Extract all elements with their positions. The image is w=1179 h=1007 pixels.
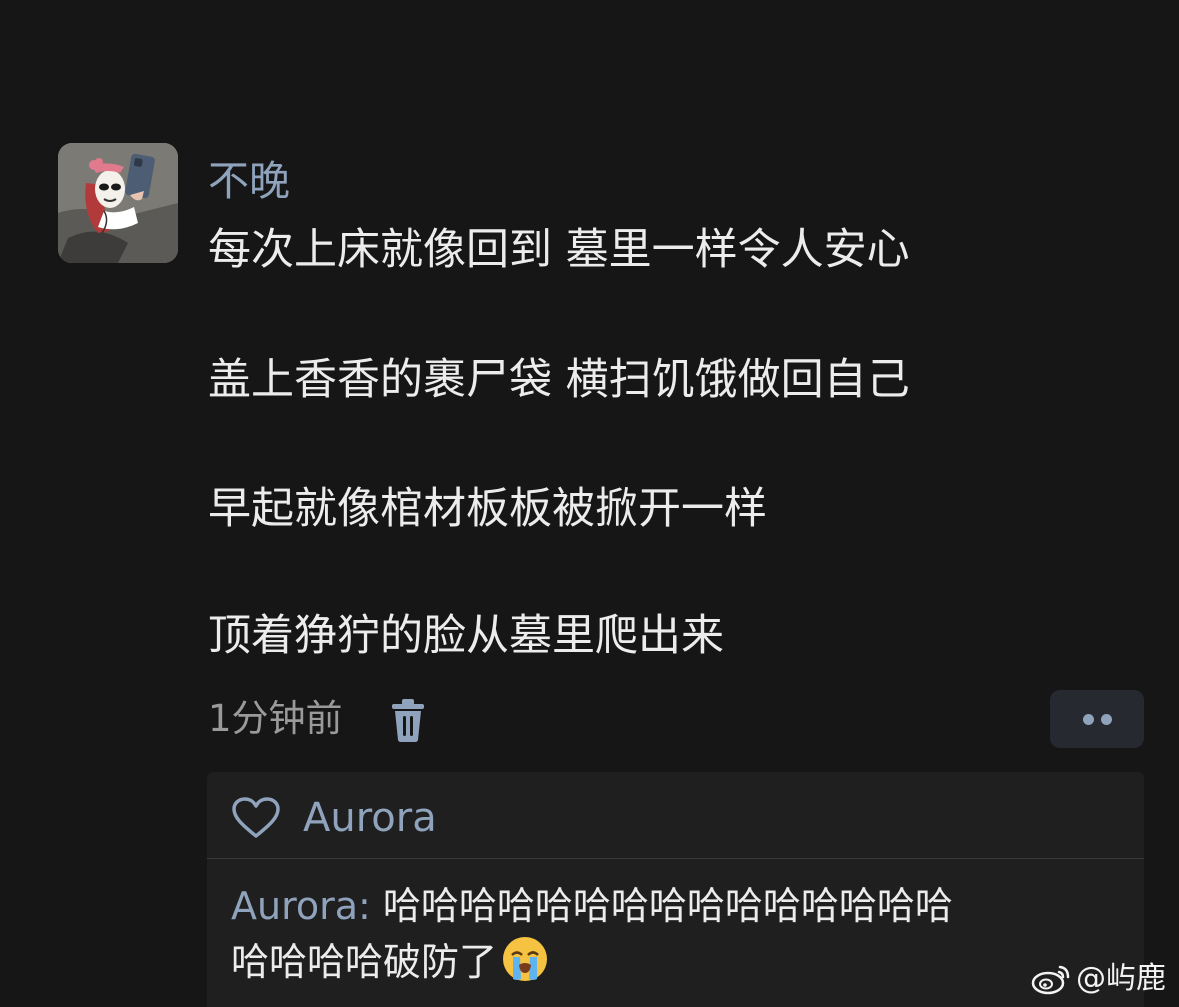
reply-section: Aurora Aurora: 哈哈哈哈哈哈哈哈哈哈哈哈哈哈哈 哈哈哈哈破防了	[207, 772, 1144, 1007]
watermark: @屿鹿	[1030, 958, 1166, 1000]
post-line-2: 盖上香香的裹尸袋 横扫饥饿做回自己	[208, 355, 910, 405]
trash-icon	[392, 699, 424, 742]
reply-line-2: 哈哈哈哈破防了	[231, 934, 1131, 990]
post-line-1: 每次上床就像回到 墓里一样令人安心	[208, 225, 910, 275]
liker-name[interactable]: Aurora	[303, 790, 437, 846]
likes-row: Aurora	[207, 772, 1144, 859]
reply-comment: Aurora: 哈哈哈哈哈哈哈哈哈哈哈哈哈哈哈 哈哈哈哈破防了	[231, 878, 1131, 990]
watermark-text: @屿鹿	[1076, 961, 1166, 996]
more-dots-icon	[1083, 714, 1094, 725]
post-line-4: 顶着狰狞的脸从墓里爬出来	[208, 611, 724, 661]
more-options-button[interactable]	[1050, 690, 1144, 748]
like-button[interactable]	[231, 796, 281, 840]
weibo-logo-icon	[1031, 965, 1070, 995]
loudly-crying-face-icon	[501, 935, 549, 983]
avatar-illustration	[58, 143, 178, 263]
more-dots-icon	[1101, 714, 1112, 725]
post-line-3: 早起就像棺材板板被掀开一样	[208, 484, 767, 534]
heart-outline-icon	[232, 797, 280, 838]
avatar[interactable]	[58, 143, 178, 263]
delete-button[interactable]	[386, 696, 430, 744]
reply-author[interactable]: Aurora:	[231, 884, 371, 928]
reply-text-line-2: 哈哈哈哈破防了	[231, 940, 498, 984]
post-username[interactable]: 不晚	[208, 152, 290, 210]
post-timestamp: 1分钟前	[208, 697, 343, 740]
reply-text-line-1: 哈哈哈哈哈哈哈哈哈哈哈哈哈哈哈	[370, 884, 953, 928]
reply-line-1: Aurora: 哈哈哈哈哈哈哈哈哈哈哈哈哈哈哈	[231, 878, 1131, 934]
